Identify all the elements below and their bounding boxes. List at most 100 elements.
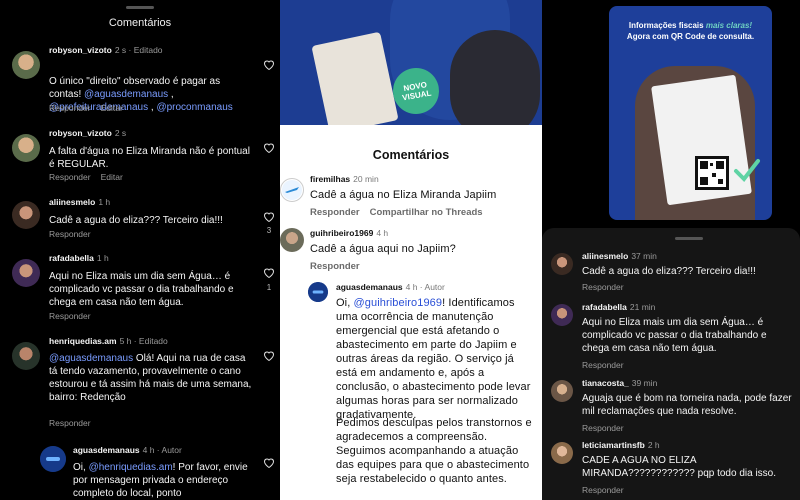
comment-username[interactable]: aliinesmelo <box>49 197 95 207</box>
comment-text: Cadê a água no Eliza Miranda Japiim <box>310 189 497 201</box>
checkmark-icon <box>733 156 761 184</box>
comment-text: @aguasdemanaus Olá! Aqui na rua de casa … <box>49 352 254 404</box>
mention-link[interactable]: @aguasdemanaus <box>49 353 133 364</box>
avatar[interactable] <box>12 51 40 79</box>
reply-button[interactable]: Responder <box>49 103 91 113</box>
avatar[interactable] <box>280 178 304 202</box>
comment-username[interactable]: robyson_vizoto <box>49 45 112 55</box>
comment-text: Aqui no Eliza mais um dia sem Água… é co… <box>582 317 767 354</box>
mention-link[interactable]: @henriquedias.am <box>89 462 173 473</box>
sheet-title: Comentários <box>108 17 172 29</box>
reply-button[interactable]: Responder <box>310 207 360 218</box>
comment-username[interactable]: rafadabella <box>49 253 94 263</box>
comment-text: Pedimos desculpas pelos transtornos e ag… <box>336 417 532 485</box>
comment-username[interactable]: rafadabella <box>582 302 627 312</box>
avatar[interactable] <box>12 342 40 370</box>
comment-time: 4 h · Autor <box>405 282 445 292</box>
comment-time: 4 h · Autor <box>142 445 182 455</box>
airplane-logo-icon <box>282 180 302 200</box>
comment-text: Cadê a agua do eliza??? Terceiro dia!!! <box>49 215 223 226</box>
heart-icon[interactable] <box>263 350 275 361</box>
comment-time: 5 h · Editado <box>119 336 168 346</box>
comment-text-plain: Oi, <box>73 462 89 473</box>
sheet-title: Comentários <box>372 148 450 162</box>
person-image <box>450 30 540 125</box>
avatar[interactable] <box>280 228 304 252</box>
promo-highlight: mais claras! <box>705 21 753 30</box>
heart-icon[interactable] <box>263 267 275 278</box>
comment-username[interactable]: firemilhas <box>310 174 350 184</box>
reply-button[interactable]: Responder <box>582 423 624 433</box>
comment-time: 1 h <box>96 253 109 263</box>
heart-icon[interactable] <box>263 59 275 70</box>
comment-text: Oi, @henriquedias.am! Por favor, envie p… <box>73 461 259 500</box>
comment-text: Aqui no Eliza mais um dia sem Água… é co… <box>49 271 234 308</box>
comment-username[interactable]: aliinesmelo <box>582 251 628 261</box>
sheet-handle[interactable] <box>675 237 703 240</box>
comments-panel-middle: NOVO VISUAL Comentários firemilhas 20 min… <box>280 0 542 500</box>
comment-text: Cadê a agua do eliza??? Terceiro dia!!! <box>582 266 756 277</box>
comment-username[interactable]: robyson_vizoto <box>49 128 112 138</box>
mention-link[interactable]: @proconmanaus <box>156 102 232 113</box>
reply-button[interactable]: Responder <box>49 229 91 239</box>
brand-avatar[interactable] <box>308 282 328 302</box>
share-threads-button[interactable]: Compartilhar no Threads <box>370 207 483 218</box>
comment-time: 4 h <box>376 228 389 238</box>
comment-username[interactable]: aguasdemanaus <box>336 282 403 292</box>
comment-username[interactable]: leticiamartinsfb <box>582 440 645 450</box>
heart-icon[interactable] <box>263 457 275 468</box>
qr-code-icon <box>695 156 729 190</box>
reply-button[interactable]: Responder <box>582 282 624 292</box>
comment-username[interactable]: guihribeiro1969 <box>310 228 373 238</box>
avatar[interactable] <box>551 380 573 402</box>
promo-text: Informações fiscais <box>628 21 706 30</box>
comment-text: Cadê a água aqui no Japiim? <box>310 243 456 255</box>
avatar[interactable] <box>12 201 40 229</box>
like-count: 3 <box>266 226 272 235</box>
comment-time: 37 min <box>631 251 657 261</box>
reply-button[interactable]: Responder <box>49 418 91 428</box>
comment-username[interactable]: aguasdemanaus <box>73 445 140 455</box>
comment-text: Aguaja que é bom na torneira nada, pode … <box>582 393 792 417</box>
comment-username[interactable]: tianacosta_ <box>582 378 629 388</box>
reply-button[interactable]: Responder <box>49 311 91 321</box>
brand-logo-icon <box>40 446 66 472</box>
avatar[interactable] <box>12 259 40 287</box>
sheet-handle[interactable] <box>126 6 154 9</box>
post-image: NOVO VISUAL <box>280 0 542 125</box>
comment-time: 2 s <box>114 128 127 138</box>
comment-text: Oi, @guihribeiro1969! Identificamos uma … <box>336 296 536 422</box>
comment-time: 1 h <box>98 197 111 207</box>
avatar[interactable] <box>551 442 573 464</box>
reply-button[interactable]: Responder <box>582 360 624 370</box>
comment-text: CADE A AGUA NO ELIZA MIRANDA????????????… <box>582 455 777 479</box>
comment-text-plain: ! Identificamos uma ocorrência de manute… <box>336 297 531 421</box>
comments-panel-left: Comentários robyson_vizoto 2 s · Editado … <box>0 0 280 500</box>
edit-button[interactable]: Editar <box>101 103 123 113</box>
avatar[interactable] <box>551 304 573 326</box>
receipt-image <box>311 31 399 125</box>
comment-text-plain: Oi, <box>336 297 354 309</box>
post-image: Informações fiscais mais claras! Agora c… <box>609 6 772 220</box>
heart-icon[interactable] <box>263 211 275 222</box>
comment-time: 21 min <box>629 302 656 312</box>
mention-link[interactable]: @guihribeiro1969 <box>354 297 443 309</box>
comment-time: 39 min <box>631 378 658 388</box>
comment-time: 2 h <box>647 440 660 450</box>
like-count: 1 <box>266 283 272 292</box>
mention-link[interactable]: @aguasdemanaus <box>84 89 168 100</box>
reply-button[interactable]: Responder <box>582 485 624 495</box>
comment-text: A falta d'água no Eliza Miranda não é po… <box>49 146 250 170</box>
comment-time: 2 s · Editado <box>114 45 163 55</box>
avatar[interactable] <box>12 134 40 162</box>
comment-time: 20 min <box>353 174 379 184</box>
heart-icon[interactable] <box>263 142 275 153</box>
edit-button[interactable]: Editar <box>101 172 123 182</box>
avatar[interactable] <box>551 253 573 275</box>
comment-username[interactable]: henriquedias.am <box>49 336 117 346</box>
brand-avatar[interactable] <box>40 446 66 472</box>
promo-text: Agora com QR Code de consulta. <box>626 32 755 41</box>
reply-button[interactable]: Responder <box>49 172 91 182</box>
reply-button[interactable]: Responder <box>310 261 360 272</box>
brand-logo-icon <box>308 282 328 302</box>
